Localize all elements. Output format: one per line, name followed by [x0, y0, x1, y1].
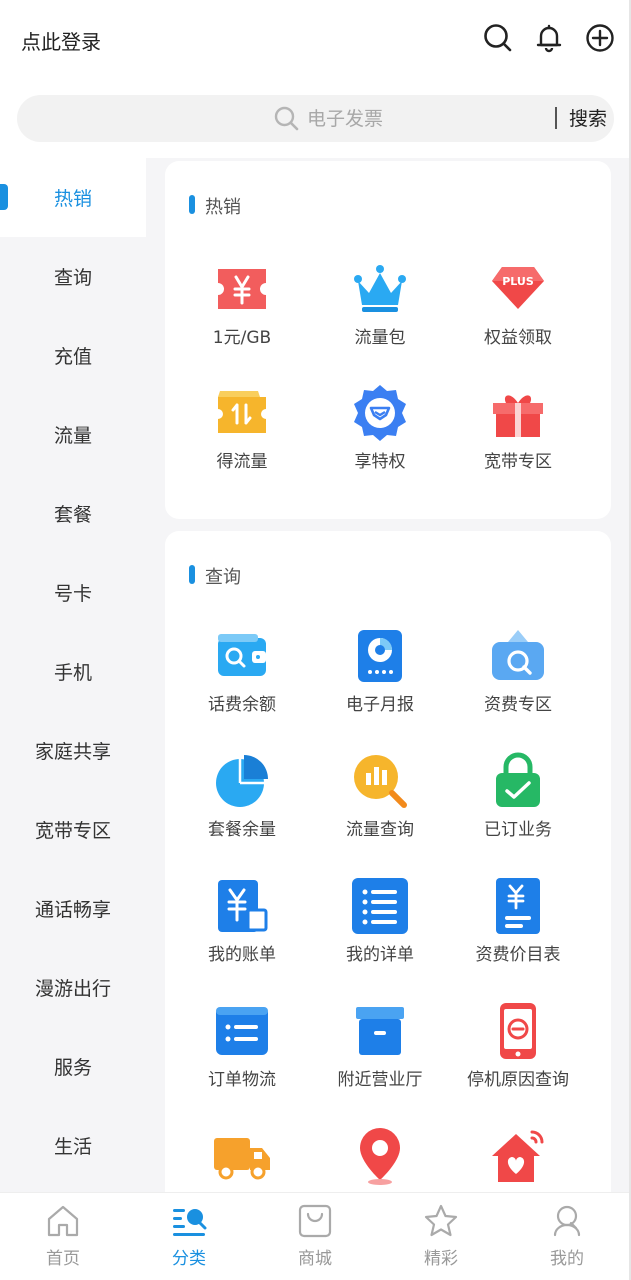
folder-search-icon	[488, 626, 548, 686]
price-list-icon	[488, 876, 548, 936]
grid-item-location[interactable]	[310, 1126, 450, 1192]
grid-item-1yuan-gb[interactable]: 1元/GB	[172, 259, 312, 369]
section-title: 查询	[189, 563, 241, 589]
top-header: 点此登录	[0, 0, 631, 82]
pie-report-icon	[350, 626, 410, 686]
section-title: 热销	[189, 193, 241, 219]
home-icon	[45, 1203, 81, 1239]
sidebar-item-query[interactable]: 查询	[0, 237, 146, 316]
shopping-bag-icon	[297, 1203, 333, 1239]
search-divider	[555, 107, 557, 129]
plus-diamond-icon: PLUS	[488, 259, 548, 319]
category-icon	[171, 1203, 207, 1239]
search-icon	[273, 105, 300, 132]
tab-featured[interactable]: 精彩	[378, 1193, 504, 1280]
search-button[interactable]: 搜索	[569, 104, 607, 131]
sidebar-item-broadband[interactable]: 宽带专区	[0, 790, 146, 869]
sidebar-item-plan[interactable]: 套餐	[0, 474, 146, 553]
storage-box-icon	[350, 1001, 410, 1061]
grid-item-get-data[interactable]: 得流量	[172, 383, 312, 493]
pie-chart-icon	[212, 751, 272, 811]
grid-item-home[interactable]	[448, 1126, 588, 1192]
gift-icon	[488, 383, 548, 443]
location-pin-icon	[350, 1126, 410, 1186]
sidebar-item-family[interactable]: 家庭共享	[0, 711, 146, 790]
grid-item-tariff-zone[interactable]: 资费专区	[448, 626, 588, 736]
sidebar-item-roaming[interactable]: 漫游出行	[0, 948, 146, 1027]
truck-icon	[212, 1126, 272, 1186]
bottom-tab-bar: 首页 分类 商城 精彩 我的	[0, 1192, 631, 1280]
search-input[interactable]	[307, 105, 537, 132]
grid-item-balance[interactable]: 话费余额	[172, 626, 312, 736]
sidebar-item-recharge[interactable]: 充值	[0, 316, 146, 395]
grid-item-nearby-store[interactable]: 附近营业厅	[310, 1001, 450, 1111]
grid-item-suspension-reason[interactable]: 停机原因查询	[448, 1001, 588, 1111]
grid-item-plan-remaining[interactable]: 套餐余量	[172, 751, 312, 861]
grid-item-monthly-report[interactable]: 电子月报	[310, 626, 450, 736]
grid-item-data-pack[interactable]: 流量包	[310, 259, 450, 369]
bar-magnifier-icon	[350, 751, 410, 811]
phone-stop-icon	[488, 1001, 548, 1061]
grid-item-privilege[interactable]: 享特权	[310, 383, 450, 493]
add-circle-icon[interactable]	[584, 22, 616, 54]
data-ticket-icon	[212, 383, 272, 443]
section-card-hot: 热销 1元/GB 流量包 PLUS 权益领取 得流量 享特权 宽带专区	[165, 161, 611, 519]
lock-check-icon	[488, 751, 548, 811]
login-link[interactable]: 点此登录	[21, 26, 101, 55]
bell-icon[interactable]	[533, 22, 565, 54]
grid-item-benefits[interactable]: PLUS 权益领取	[448, 259, 588, 369]
order-list-icon	[212, 1001, 272, 1061]
search-bar: 搜索	[17, 95, 614, 142]
sidebar-item-hot[interactable]: 热销	[0, 158, 146, 237]
user-icon	[549, 1203, 585, 1239]
tab-mall[interactable]: 商城	[252, 1193, 378, 1280]
sidebar-item-service[interactable]: 服务	[0, 1027, 146, 1106]
grid-item-subscribed[interactable]: 已订业务	[448, 751, 588, 861]
crown-icon	[350, 259, 410, 319]
star-icon	[423, 1203, 459, 1239]
search-icon[interactable]	[482, 22, 514, 54]
tab-mine[interactable]: 我的	[504, 1193, 630, 1280]
tab-home[interactable]: 首页	[0, 1193, 126, 1280]
grid-item-my-bill[interactable]: 我的账单	[172, 876, 312, 986]
grid-item-data-query[interactable]: 流量查询	[310, 751, 450, 861]
grid-item-broadband[interactable]: 宽带专区	[448, 383, 588, 493]
heart-home-icon	[488, 1126, 548, 1186]
sidebar-item-calls[interactable]: 通话畅享	[0, 869, 146, 948]
category-sidebar: 热销 查询 充值 流量 套餐 号卡 手机 家庭共享 宽带专区 通话畅享 漫游出行…	[0, 158, 146, 1192]
tab-category[interactable]: 分类	[126, 1193, 252, 1280]
sidebar-item-data[interactable]: 流量	[0, 395, 146, 474]
grid-item-order-logistics[interactable]: 订单物流	[172, 1001, 312, 1111]
grid-item-price-list[interactable]: 资费价目表	[448, 876, 588, 986]
sidebar-item-phone[interactable]: 手机	[0, 632, 146, 711]
sidebar-item-life[interactable]: 生活	[0, 1106, 146, 1185]
wallet-search-icon	[212, 626, 272, 686]
privilege-badge-icon	[350, 383, 410, 443]
grid-item-delivery[interactable]	[172, 1126, 312, 1192]
yuan-ticket-icon	[212, 259, 272, 319]
category-content[interactable]: 热销 1元/GB 流量包 PLUS 权益领取 得流量 享特权 宽带专区 查询 话…	[146, 158, 631, 1192]
grid-item-my-details[interactable]: 我的详单	[310, 876, 450, 986]
bill-icon	[212, 876, 272, 936]
list-detail-icon	[350, 876, 410, 936]
svg-text:PLUS: PLUS	[502, 275, 534, 288]
section-card-query: 查询 话费余额 电子月报 资费专区 套餐余量 流量查询 已订业务 我的账单 我的…	[165, 531, 611, 1192]
sidebar-item-sim[interactable]: 号卡	[0, 553, 146, 632]
